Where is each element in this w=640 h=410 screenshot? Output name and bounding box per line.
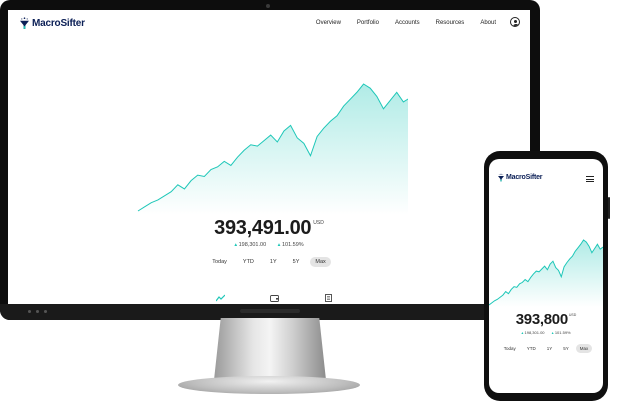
range-today[interactable]: Today xyxy=(500,344,520,353)
desktop-changes: ▴ 198,301.00 ▴ 101.59% xyxy=(8,242,530,248)
monitor-stand-neck xyxy=(214,318,326,380)
nav-item-about[interactable]: About xyxy=(480,20,496,26)
range-1y[interactable]: 1Y xyxy=(265,257,282,267)
nav-item-portfolio[interactable]: Portfolio xyxy=(357,20,379,26)
mobile-brand-logo[interactable]: MacroSifter xyxy=(498,173,543,182)
up-arrow-icon: ▴ xyxy=(234,242,238,248)
range-ytd[interactable]: YTD xyxy=(238,257,259,267)
wallet-icon[interactable] xyxy=(270,294,279,302)
range-today[interactable]: Today xyxy=(207,257,232,267)
desktop-chart-area-fill xyxy=(138,84,408,215)
mobile-screen: MacroSifter 393,800USD ▴ 198,301.00 ▴ 10… xyxy=(489,159,603,393)
currency-label: USD xyxy=(313,220,324,226)
hamburger-menu-icon[interactable] xyxy=(586,176,594,182)
change-absolute-value: 198,301.00 xyxy=(238,242,267,248)
mobile-chart-area-fill xyxy=(489,240,603,307)
nav-item-overview[interactable]: Overview xyxy=(316,20,341,26)
mobile-range-selector: Today YTD 1Y 5Y Max xyxy=(489,344,603,353)
up-arrow-icon: ▴ xyxy=(551,330,554,335)
portfolio-value: 393,800 xyxy=(515,311,568,328)
brand-logo[interactable]: MacroSifter xyxy=(20,17,85,29)
change-absolute-value: 198,301.00 xyxy=(524,330,545,335)
chin-slot xyxy=(240,309,300,313)
currency-label: USD xyxy=(568,313,577,317)
nav-item-accounts[interactable]: Accounts xyxy=(395,20,420,26)
mobile-portfolio-chart xyxy=(489,239,603,307)
indicator-dot xyxy=(36,310,39,313)
main-nav: Overview Portfolio Accounts Resources Ab… xyxy=(316,20,496,26)
brand-name: MacroSifter xyxy=(506,174,543,181)
brand-name: MacroSifter xyxy=(32,17,85,29)
up-arrow-icon: ▴ xyxy=(521,330,524,335)
desktop-header: MacroSifter Overview Portfolio Accounts … xyxy=(8,10,530,38)
mobile-phone: MacroSifter 393,800USD ▴ 198,301.00 ▴ 10… xyxy=(484,151,610,401)
change-absolute: ▴ 198,301.00 xyxy=(521,330,544,335)
nav-item-resources[interactable]: Resources xyxy=(436,20,465,26)
desktop-portfolio-value: 393,491.00 USD xyxy=(8,217,530,240)
desktop-screen: MacroSifter Overview Portfolio Accounts … xyxy=(8,10,530,304)
funnel-logo-icon xyxy=(20,17,29,29)
portfolio-value: 393,491.00 xyxy=(214,217,312,239)
monitor-chin xyxy=(0,304,540,320)
monitor-stand-base xyxy=(178,376,360,394)
user-avatar-icon[interactable] xyxy=(510,17,520,27)
desktop-monitor: MacroSifter Overview Portfolio Accounts … xyxy=(0,0,540,320)
change-percent-value: 101.59% xyxy=(281,242,304,248)
up-arrow-icon: ▴ xyxy=(277,242,281,248)
range-5y[interactable]: 5Y xyxy=(288,257,305,267)
range-ytd[interactable]: YTD xyxy=(523,344,540,353)
change-percent-value: 101.59% xyxy=(554,330,571,335)
phone-side-button xyxy=(608,197,610,219)
desktop-portfolio-chart xyxy=(137,83,408,215)
range-1y[interactable]: 1Y xyxy=(543,344,557,353)
document-icon[interactable] xyxy=(324,294,333,302)
desktop-bottom-nav xyxy=(8,292,530,304)
range-5y[interactable]: 5Y xyxy=(559,344,573,353)
indicator-dot xyxy=(44,310,47,313)
funnel-logo-icon xyxy=(498,173,504,182)
webcam xyxy=(266,4,270,8)
change-absolute: ▴ 198,301.00 xyxy=(234,242,266,248)
indicator-dot xyxy=(28,310,31,313)
range-max[interactable]: Max xyxy=(310,257,331,267)
chart-icon[interactable] xyxy=(216,294,225,302)
change-percent: ▴ 101.59% xyxy=(552,330,571,335)
desktop-range-selector: Today YTD 1Y 5Y Max xyxy=(8,257,530,267)
change-percent: ▴ 101.59% xyxy=(278,242,304,248)
mobile-changes: ▴ 198,301.00 ▴ 101.59% xyxy=(489,330,603,335)
range-max[interactable]: Max xyxy=(575,344,593,353)
mobile-portfolio-value: 393,800USD xyxy=(489,311,603,329)
